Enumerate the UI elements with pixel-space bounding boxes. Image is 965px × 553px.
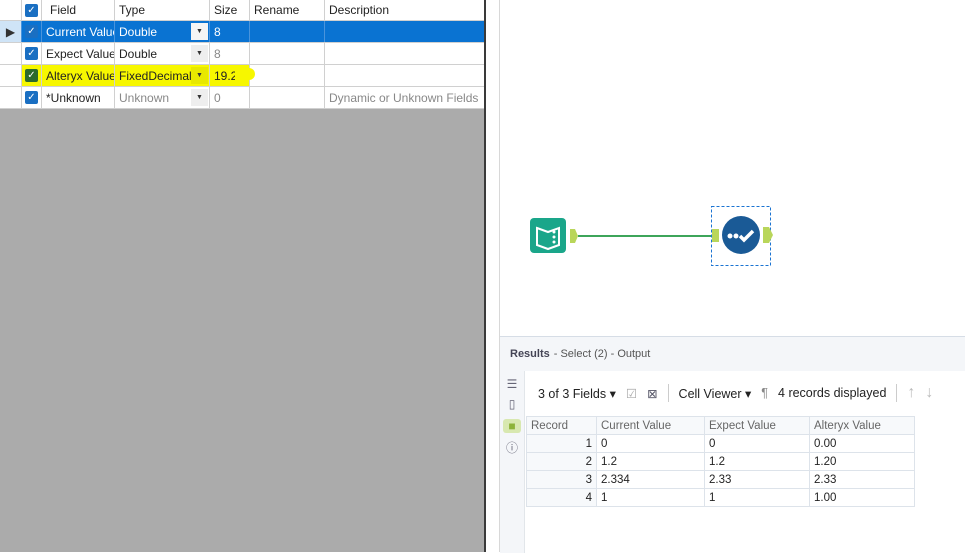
field-checkbox[interactable]: ✓ [25,25,38,38]
field-checkbox[interactable]: ✓ [25,47,38,60]
table-cell[interactable]: 1.2 [596,452,705,471]
column-header[interactable]: Current Value [596,416,705,435]
pilcrow-icon[interactable]: ¶ [761,386,768,400]
results-toolbar: 3 of 3 Fields ▾ ☑ ⊠ Cell Viewer ▾ ¶ 4 re… [526,373,965,413]
size-field[interactable]: 8 [210,21,250,42]
select-config-panel: ✓ Field Type Size Rename Description ▶ ✓… [0,0,484,552]
column-header[interactable]: Expect Value [704,416,810,435]
table-cell[interactable]: 2 [526,452,597,471]
output-anchor[interactable] [763,227,773,243]
check-icon[interactable]: ☑ [626,386,637,401]
field-checkbox[interactable]: ✓ [25,69,38,82]
table-cell[interactable]: 0 [704,434,810,453]
table-cell[interactable]: 3 [526,470,597,489]
help-icon[interactable]: ⓘ [500,439,524,456]
table-cell[interactable]: 0 [596,434,705,453]
chevron-down-icon[interactable]: ▼ [191,45,208,62]
rename-field[interactable] [250,87,325,108]
table-row[interactable]: ✓ *Unknown Unknown ▼ 0 Dynamic or Unknown… [0,87,484,109]
table-cell[interactable]: 1.2 [704,452,810,471]
results-table: Record Current Value Expect Value Altery… [526,416,915,507]
table-cell[interactable]: 0.00 [809,434,915,453]
header-rename[interactable]: Rename [250,0,325,20]
field-name: *Unknown [42,87,115,108]
cell-viewer-dropdown[interactable]: Cell Viewer ▾ [679,386,752,401]
arrow-up-icon[interactable]: ↑ [907,384,915,402]
table-cell[interactable]: 2.33 [809,470,915,489]
table-cell[interactable]: 2.33 [704,470,810,489]
chevron-down-icon[interactable]: ▼ [191,23,208,40]
field-checkbox[interactable]: ✓ [25,91,38,104]
chevron-down-icon[interactable]: ▼ [191,67,208,84]
type-select[interactable]: Double [119,47,157,61]
header-type[interactable]: Type [115,0,210,20]
rename-field[interactable] [250,21,325,42]
type-select[interactable]: Unknown [119,91,169,105]
table-cell[interactable]: 1 [526,434,597,453]
table-row[interactable]: 2 1.2 1.2 1.20 [526,452,915,471]
size-field[interactable]: 8 [210,43,250,64]
table-row[interactable]: ✓ Alteryx Value FixedDecimal ▼ 19.2 [0,65,484,87]
results-panel: Results - Select (2) - Output ☰ ▯ ■ ⓘ 3 o… [500,336,965,553]
type-select[interactable]: FixedDecimal [119,69,192,83]
output-anchor[interactable] [570,229,578,243]
table-row[interactable]: 3 2.334 2.33 2.33 [526,470,915,489]
table-cell[interactable]: 1 [596,488,705,507]
description-field[interactable] [325,43,484,64]
workflow-canvas[interactable] [500,0,965,336]
table-cell[interactable]: 2.334 [596,470,705,489]
clear-icon[interactable]: ⊠ [647,386,657,401]
select-all-checkbox[interactable]: ✓ [25,3,38,17]
rename-field[interactable] [250,43,325,64]
input-anchor[interactable] [712,229,719,242]
table-row[interactable]: 4 1 1 1.00 [526,488,915,507]
row-pointer-icon: ▶ [0,21,22,42]
description-field[interactable] [325,21,484,42]
results-header: Results - Select (2) - Output [500,337,965,371]
select-tool-icon[interactable] [722,216,760,254]
description-field[interactable] [325,65,484,86]
message-icon[interactable]: ▯ [500,397,524,411]
type-select[interactable]: Double [119,25,157,39]
record-count: 4 records displayed [778,386,887,400]
header-field[interactable]: Field [42,0,115,20]
header-size[interactable]: Size [210,0,250,20]
input-data-tool-icon[interactable] [530,218,566,253]
size-field[interactable]: 0 [210,87,250,108]
output-data-icon[interactable]: ■ [503,419,521,433]
field-grid: ✓ Field Type Size Rename Description ▶ ✓… [0,0,484,109]
list-icon[interactable]: ☰ [500,377,524,391]
description-field[interactable]: Dynamic or Unknown Fields [325,87,484,108]
arrow-down-icon[interactable]: ↓ [925,384,933,402]
fields-dropdown[interactable]: 3 of 3 Fields ▾ [538,386,616,401]
header-description[interactable]: Description [325,0,484,20]
field-name: Alteryx Value [42,65,115,86]
column-header[interactable]: Alteryx Value [809,416,915,435]
table-cell[interactable]: 1 [704,488,810,507]
rename-field[interactable] [250,65,325,86]
table-row[interactable]: 1 0 0 0.00 [526,434,915,453]
table-cell[interactable]: 1.00 [809,488,915,507]
chevron-down-icon[interactable]: ▼ [191,89,208,106]
table-row[interactable]: ✓ Expect Value Double ▼ 8 [0,43,484,65]
column-header[interactable]: Record [526,416,597,435]
field-name: Expect Value [42,43,115,64]
table-row[interactable]: ▶ ✓ Current Value Double ▼ 8 [0,21,484,43]
field-name: Current Value [42,21,115,42]
highlight-mark [235,68,255,80]
grid-header: ✓ Field Type Size Rename Description [0,0,484,21]
table-cell[interactable]: 4 [526,488,597,507]
table-cell[interactable]: 1.20 [809,452,915,471]
